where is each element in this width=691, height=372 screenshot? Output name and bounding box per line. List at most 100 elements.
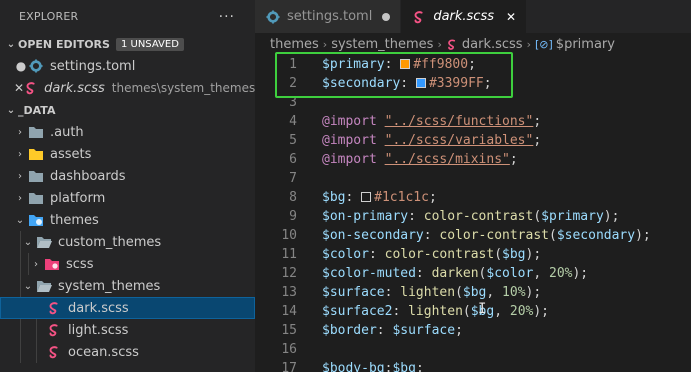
- scss-variable: $bg: [462, 285, 487, 300]
- breadcrumb-item[interactable]: $primary: [556, 37, 615, 52]
- close-icon[interactable]: ✕: [14, 81, 24, 95]
- tree-folder-platform[interactable]: › platform: [0, 187, 255, 209]
- function-name: color-contrast: [423, 209, 534, 224]
- sass-icon: [411, 9, 427, 25]
- chevron-right-icon: ›: [437, 37, 442, 51]
- open-editor-path: themes\system_themes: [111, 81, 255, 95]
- code-line: 3: [255, 93, 691, 112]
- scss-variable: $secondary: [556, 228, 636, 243]
- open-editor-settings-toml[interactable]: ● settings.toml: [0, 55, 255, 77]
- sass-icon: [446, 38, 458, 51]
- import-keyword: @import: [322, 133, 377, 148]
- code-text: $primary: #ff9800;: [322, 57, 476, 72]
- scss-variable: $bg: [502, 247, 526, 262]
- import-path[interactable]: "../scss/variables": [385, 133, 534, 148]
- scss-variable: $secondary: [322, 76, 401, 91]
- chevron-down-icon: ⌄: [23, 236, 33, 248]
- indent-guide: [28, 253, 29, 275]
- scss-variable: $surface: [392, 323, 456, 338]
- tree-folder-assets[interactable]: › assets: [0, 143, 255, 165]
- tree-folder-dashboards[interactable]: › dashboards: [0, 165, 255, 187]
- hex-value: #ff9800: [413, 57, 469, 72]
- unsaved-dot-icon[interactable]: ●: [14, 59, 28, 73]
- line-number: 8: [289, 190, 297, 205]
- color-swatch[interactable]: [415, 78, 426, 88]
- open-editors-section[interactable]: ⌄ OPEN EDITORS 1 UNSAVED: [0, 33, 255, 55]
- chevron-right-icon: ›: [34, 258, 38, 270]
- workspace-root-section[interactable]: ⌄ _DATA: [0, 99, 255, 121]
- tree-folder-system-themes[interactable]: ⌄ system_themes: [0, 275, 255, 297]
- line-number: 7: [289, 171, 297, 186]
- ellipsis-icon[interactable]: ···: [219, 9, 235, 25]
- code-line: 6 @import "../scss/mixins";: [255, 150, 691, 169]
- open-editor-dark-scss[interactable]: ✕ dark.scss themes\system_themes: [0, 77, 255, 99]
- gear-icon: [265, 9, 281, 25]
- tree-folder-scss[interactable]: › scss: [0, 253, 255, 275]
- folder-icon: [28, 190, 44, 206]
- code-editor[interactable]: 1 $primary: #ff9800; 2 $secondary: #3399…: [255, 55, 691, 372]
- explorer-sidebar: EXPLORER ··· ⌄ OPEN EDITORS 1 UNSAVED ● …: [0, 0, 255, 372]
- editor-area: settings.toml dark.scss ✕ themes › syste…: [255, 0, 691, 372]
- code-line: 7: [255, 169, 691, 188]
- import-path[interactable]: "../scss/functions": [385, 114, 534, 129]
- tree-label: .auth: [50, 124, 84, 140]
- scss-variable: $on-primary: [322, 209, 409, 224]
- number-value: 20%: [509, 304, 534, 319]
- hex-value: #3399FF: [428, 76, 484, 91]
- code-text: @import "../scss/variables";: [322, 133, 542, 148]
- chevron-right-icon: ›: [18, 192, 22, 204]
- tree-folder-themes[interactable]: ⌄ themes: [0, 209, 255, 231]
- chevron-down-icon: ⌄: [15, 214, 25, 226]
- unsaved-badge: 1 UNSAVED: [115, 37, 184, 51]
- folder-icon: [28, 168, 44, 184]
- tree-label: ocean.scss: [68, 344, 139, 360]
- tab-settings-toml[interactable]: settings.toml: [255, 0, 402, 33]
- code-line: 16: [255, 340, 691, 359]
- chevron-right-icon: ›: [322, 37, 328, 51]
- tree-folder-auth[interactable]: › .auth: [0, 121, 255, 143]
- code-text: $bg: #1c1c1c;: [322, 190, 437, 205]
- import-path[interactable]: "../scss/mixins": [385, 152, 510, 167]
- indent-guide: [20, 275, 21, 297]
- close-icon[interactable]: ✕: [506, 10, 516, 24]
- code-line: 12 $color-muted: darken($color, 20%);: [255, 264, 691, 283]
- unsaved-dot-icon[interactable]: [382, 12, 391, 21]
- code-line: 15 $border: $surface;: [255, 321, 691, 340]
- line-number: 5: [289, 133, 297, 148]
- tree-file-ocean-scss[interactable]: ocean.scss: [0, 341, 255, 363]
- breadcrumb-item[interactable]: dark.scss: [462, 37, 523, 52]
- code-text: $surface2: lighten($bg, 20%);: [322, 304, 550, 319]
- code-line: 17 $body-bg:$bg;: [255, 359, 691, 372]
- folder-theme-icon: [28, 212, 44, 228]
- tree-label: dark.scss: [68, 300, 129, 316]
- color-swatch[interactable]: [400, 59, 411, 69]
- tab-bar: settings.toml dark.scss ✕: [255, 0, 691, 33]
- code-line: 10 $on-secondary: color-contrast($second…: [255, 226, 691, 245]
- tree-file-light-scss[interactable]: light.scss: [0, 319, 255, 341]
- code-line: 8 $bg: #1c1c1c;: [255, 188, 691, 207]
- scss-variable: $color: [322, 247, 369, 262]
- folder-icon: [28, 124, 44, 140]
- function-name: lighten: [408, 304, 463, 319]
- breadcrumb-item[interactable]: system_themes: [331, 37, 433, 52]
- number-value: 10%: [502, 285, 526, 300]
- open-editor-label: settings.toml: [50, 58, 136, 74]
- code-text: @import "../scss/mixins";: [322, 152, 518, 167]
- line-number: 3: [289, 95, 297, 110]
- tab-dark-scss[interactable]: dark.scss ✕: [401, 0, 528, 33]
- function-name: darken: [431, 266, 479, 281]
- line-number: 6: [289, 152, 297, 167]
- tree-file-dark-scss[interactable]: dark.scss: [0, 297, 255, 319]
- scss-variable: $surface2: [322, 304, 393, 319]
- chevron-right-icon: ›: [18, 148, 22, 160]
- variable-symbol-icon: [⊘]: [534, 37, 553, 51]
- scss-variable: $color-muted: [322, 266, 416, 281]
- breadcrumb-item[interactable]: themes: [270, 37, 319, 52]
- open-editor-label: dark.scss: [44, 80, 105, 96]
- code-text: $on-primary: color-contrast($primary);: [322, 209, 620, 224]
- color-swatch[interactable]: [361, 192, 372, 202]
- tree-folder-custom-themes[interactable]: ⌄ custom_themes: [0, 231, 255, 253]
- line-number: 15: [281, 323, 297, 338]
- tree-label: custom_themes: [58, 234, 162, 250]
- folder-yellow-icon: [28, 146, 44, 162]
